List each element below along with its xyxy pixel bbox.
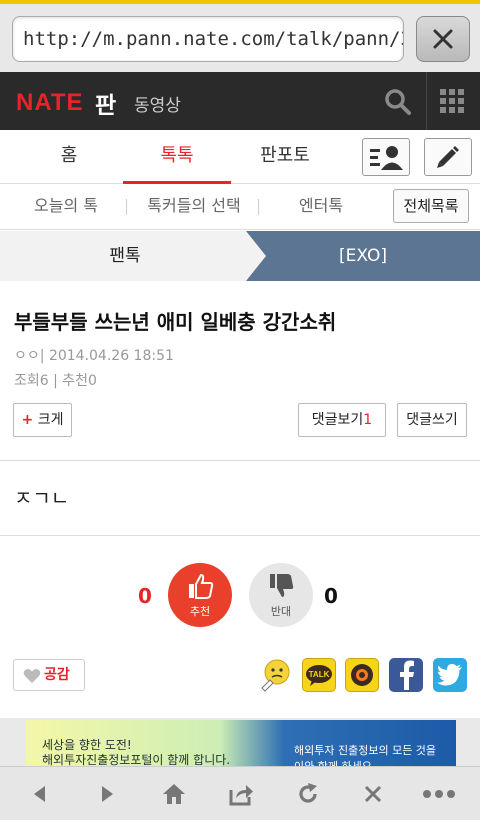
kakaotalk-share-button[interactable]: TALK [302,658,336,692]
header-divider [426,72,427,130]
share-button[interactable] [217,767,265,820]
home-icon [163,784,185,804]
post-title: 부들부들 쓰는년 애미 일베충 강간소취 [14,310,337,334]
forward-button[interactable] [83,767,131,820]
video-link[interactable]: 동영상 [134,91,181,116]
post-author: ㅇㅇ [14,348,40,364]
user-list-icon [370,146,403,170]
kakaostory-icon [351,664,373,686]
category-fantalk[interactable]: 팬톡 [0,231,250,281]
twitter-share-button[interactable] [433,658,467,692]
meta-separator: | [39,348,45,364]
view-comments-label: 댓글보기 [311,412,364,428]
post-recommend-count: 추천0 [62,373,97,389]
recommend-label: 추천 [189,605,211,618]
reload-button[interactable] [284,767,332,820]
post-views: 조회6 [14,373,49,389]
ad-text-right2: 이와 함께 하세요 [294,758,372,766]
plus-icon: + [21,412,34,428]
url-close-button[interactable] [416,16,470,62]
emoticon-share-icon[interactable] [258,658,292,692]
subtab-separator [258,199,259,215]
kakaotalk-icon: TALK [306,665,332,686]
category-bar: 팬톡 [EXO] [0,231,480,281]
subtab-talkers-choice[interactable]: 톡커들의 선택 [134,184,254,228]
sympathy-button[interactable]: 공감 [13,659,85,691]
subtab-today[interactable]: 오늘의 톡 [14,184,118,228]
recommend-count: 0 [138,584,152,608]
subtab-separator [126,199,127,215]
post-date: 2014.04.26 18:51 [48,348,174,364]
close-page-button[interactable] [349,767,397,820]
ad-text-right1: 해외투자 진출정보의 모든 것을 [294,744,437,757]
comment-count: 1 [363,412,373,428]
back-arrow-icon [34,786,45,802]
ad-text-line2: 해외투자진출정보포털이 함께 합니다. [42,753,231,766]
post-meta: ㅇㅇ| 2014.04.26 18:51 [14,345,174,365]
sympathy-label: 공감 [44,667,70,683]
oppose-label: 반대 [270,605,292,618]
home-button[interactable] [150,767,198,820]
subtab-entertain[interactable]: 엔터톡 [266,184,376,228]
divider [0,535,480,536]
view-comments-button[interactable]: 댓글보기1 [298,403,386,437]
ad-image[interactable]: 세상을 향한 도전! 해외투자진출정보포털이 함께 합니다. 해외투자 진출정보… [26,720,456,766]
stats-separator: | [53,373,58,389]
kakaotalk-text: TALK [309,670,330,679]
nate-logo[interactable]: NATE [16,89,84,117]
enlarge-label: 크게 [37,412,64,428]
facebook-icon [400,660,414,690]
divider [0,460,480,461]
browser-url-bar: http://m.pann.nate.com/talk/pann/322 [0,0,480,72]
close-icon [433,29,453,49]
facebook-share-button[interactable] [389,658,423,692]
share-icon [229,785,253,806]
url-input[interactable]: http://m.pann.nate.com/talk/pann/322 [12,16,404,62]
write-post-button[interactable] [424,138,472,176]
sub-tabs: 오늘의 톡 톡커들의 선택 엔터톡 전체목록 [0,184,480,230]
site-header: NATE 판 동영상 [0,72,480,130]
browser-toolbar [0,766,480,820]
my-profile-button[interactable] [362,138,410,176]
tab-home[interactable]: 홈 [18,130,120,184]
oppose-button[interactable]: 반대 [249,563,313,627]
emoticon-icon [261,659,290,692]
search-icon[interactable] [382,86,414,118]
grid-menu-icon[interactable] [440,89,464,113]
main-tabs: 홈 톡톡 판포토 [0,130,480,184]
category-exo[interactable]: [EXO] [246,231,480,281]
post-stats: 조회6 | 추천0 [14,370,97,390]
more-menu-button[interactable] [415,767,463,820]
pan-logo[interactable]: 판 [95,86,116,120]
recommend-button[interactable]: 추천 [168,563,232,627]
thumbs-down-icon [270,574,294,597]
tab-talk[interactable]: 톡톡 [123,130,231,184]
write-comment-button[interactable]: 댓글쓰기 [397,403,467,437]
pencil-icon [437,146,459,168]
oppose-count: 0 [324,584,338,608]
back-button[interactable] [16,767,64,820]
thumbs-up-icon [189,573,214,599]
forward-arrow-icon [102,786,113,802]
twitter-icon [437,664,462,686]
tab-panpoto[interactable]: 판포토 [234,130,336,184]
more-icon [423,790,455,798]
all-list-button[interactable]: 전체목록 [393,189,469,223]
kakaostory-share-button[interactable] [345,658,379,692]
ad-banner[interactable]: 세상을 향한 도전! 해외투자진출정보포털이 함께 합니다. 해외투자 진출정보… [0,718,480,766]
heart-icon [23,669,41,683]
post-body: ㅈㄱㄴ [14,486,70,510]
close-icon [364,785,382,803]
reload-icon [299,783,317,803]
enlarge-text-button[interactable]: + 크게 [13,403,72,437]
